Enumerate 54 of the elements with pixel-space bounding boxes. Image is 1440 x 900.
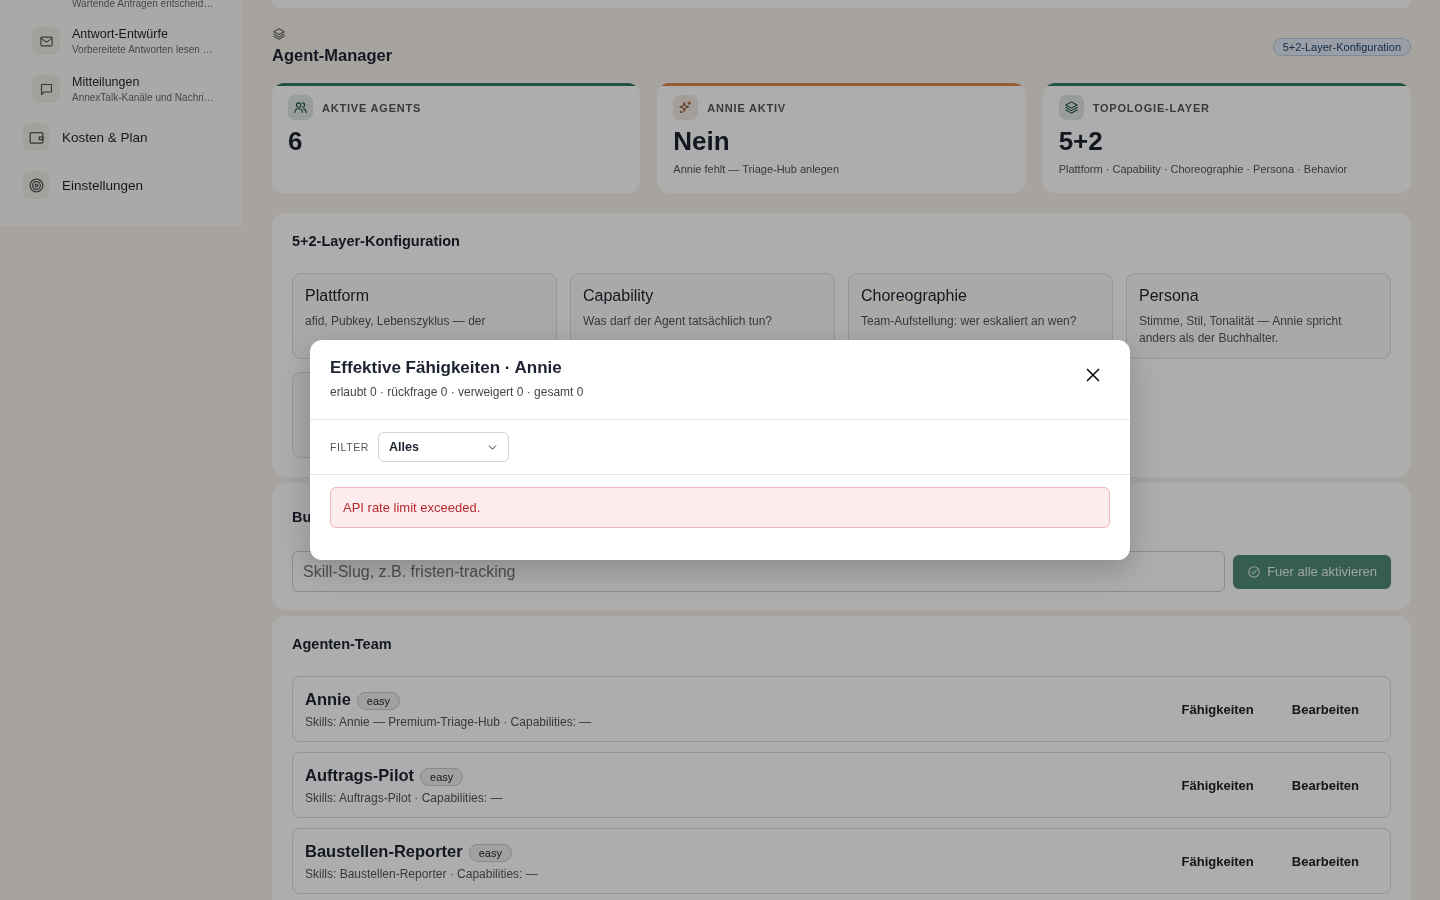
wallet-icon (22, 123, 50, 151)
layer-title: Plattform (305, 287, 370, 305)
agent-skills: Skills: Auftrags-Pilot · Capabilities: — (305, 790, 504, 805)
capability-summary: erlaubt 0 · rückfrage 0 · verweigert 0 · gesamt 0 (330, 385, 585, 399)
check-circle-icon (1247, 564, 1262, 579)
action-button[interactable]: Bearbeiten (1272, 769, 1378, 801)
chat-icon (32, 75, 60, 103)
section-title: Agenten-Team (292, 636, 392, 652)
layer-title: Choreographie (861, 287, 968, 305)
difficulty-tag: easy (420, 767, 464, 786)
layer-description: Was darf der Agent tatsächlich tun? (583, 313, 773, 330)
agent-name: Baustellen-Reporter (305, 841, 463, 860)
stat-label: TOPOLOGIE-LAYER (1092, 101, 1210, 114)
target-icon (22, 171, 50, 199)
envelope-icon (32, 27, 60, 55)
stat-label: AKTIVE AGENTS (322, 101, 422, 114)
layer-title: Persona (1139, 287, 1200, 305)
filter-label: FILTER (330, 441, 369, 453)
action-button[interactable]: Fähigkeiten (1162, 845, 1273, 877)
agent-name: Auftrags-Pilot (305, 765, 415, 784)
stat-value: Nein (673, 126, 731, 157)
action-button[interactable]: Bearbeiten (1272, 845, 1378, 877)
section-title: Bu (292, 509, 312, 525)
difficulty-tag: easy (468, 843, 512, 862)
sidebar-item-subtitle: Vorbereitete Antworten lesen … (72, 44, 213, 55)
stat-label: ANNIE AKTIV (707, 101, 786, 114)
filter-dropdown[interactable]: Alles (378, 432, 509, 462)
section-title: 5+2-Layer-Konfiguration (292, 233, 460, 249)
sidebar-item[interactable]: Kosten & Plan (62, 129, 148, 145)
sidebar-item[interactable]: Antwort-Entwürfe (72, 27, 213, 41)
error-message: API rate limit exceeded. (330, 487, 1110, 528)
difficulty-tag: easy (356, 691, 401, 710)
layer-badge: 5+2-Layer-Konfiguration (1272, 38, 1411, 56)
sidebar-item-subtitle: AnnexTalk-Kanäle und Nachri… (72, 92, 214, 103)
sidebar-item-subtitle: Wartende Anfragen entscheid… (71, 0, 214, 9)
layer-title: Capability (583, 287, 655, 305)
layer-description: Stimme, Stil, Tonalität — Annie spricht anders als der Buchhalter. (1139, 313, 1343, 348)
agent-name: Annie (305, 689, 351, 708)
action-button[interactable]: Bearbeiten (1272, 693, 1378, 725)
stat-value: 6 (288, 126, 304, 157)
page-title: Agent-Manager (272, 46, 393, 65)
stat-note: Plattform · Capability · Choreographie · Persona · Behavior (1058, 163, 1349, 175)
layer-description: afid, Pubkey, Lebenszyklus — der (305, 313, 487, 330)
stat-value: 5+2 (1058, 126, 1104, 157)
action-button[interactable]: Fähigkeiten (1162, 769, 1273, 801)
agent-skills: Skills: Baustellen-Reporter · Capabilities: — (305, 866, 539, 881)
stat-note: Annie fehlt — Triage-Hub anlegen (673, 163, 841, 175)
action-button[interactable]: Fähigkeiten (1162, 693, 1273, 725)
dialog-title: Effektive Fähigkeiten · Annie (330, 358, 562, 378)
sidebar-item[interactable]: Mitteilungen (72, 75, 214, 89)
agent-skills: Skills: Annie — Premium-Triage-Hub · Capabilities: — (305, 714, 593, 729)
sidebar-item[interactable]: Einstellungen (62, 177, 144, 193)
layers-icon (272, 27, 286, 41)
layer-description: Team-Aufstellung: wer eskaliert an wen? (861, 313, 1078, 330)
